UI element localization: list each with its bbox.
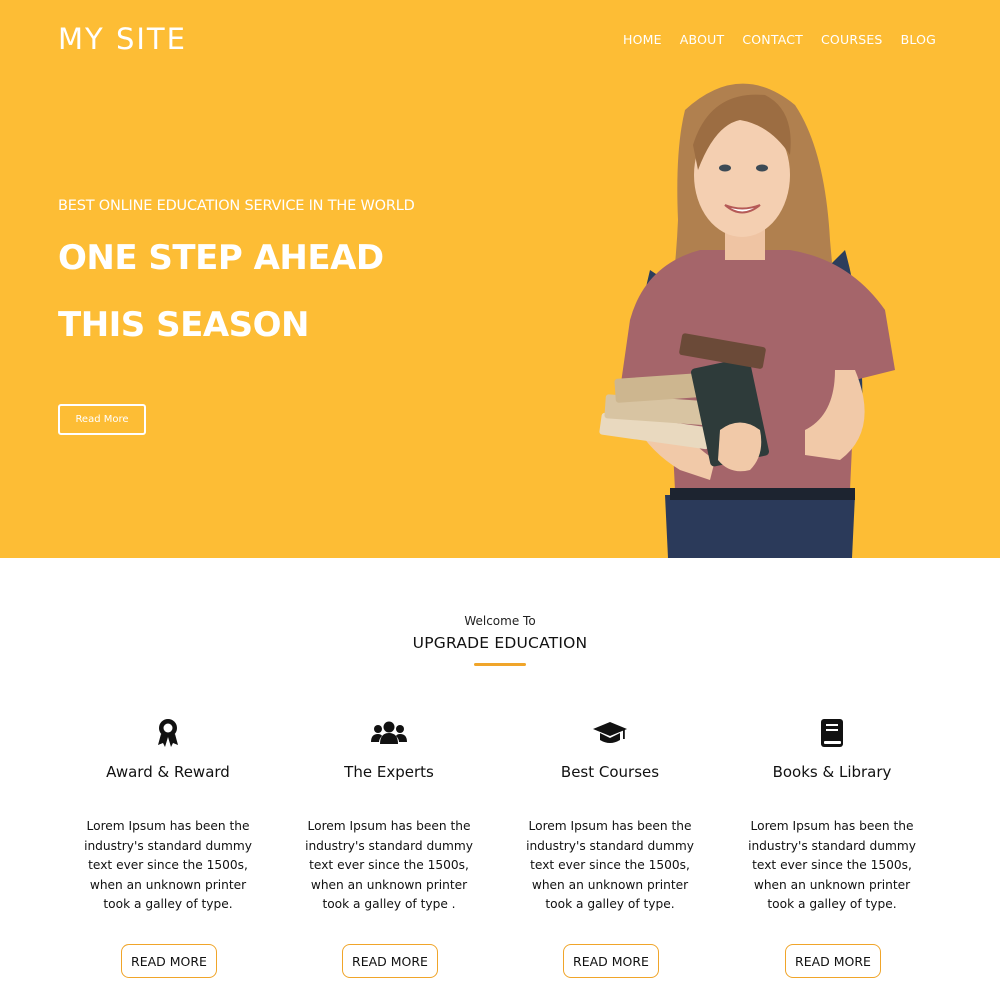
book-icon (732, 715, 932, 751)
feature-title: Best Courses (560, 763, 660, 781)
feature-award: Award & Reward Lorem Ipsum has been the … (68, 715, 268, 978)
nav-about[interactable]: ABOUT (680, 32, 725, 47)
read-more-button[interactable]: READ MORE (121, 944, 217, 978)
feature-experts: The Experts Lorem Ipsum has been the ind… (289, 715, 489, 978)
section-title: UPGRADE EDUCATION (412, 634, 588, 652)
hero-student-image (599, 83, 895, 558)
hero-headline-line2: THIS SEASON (58, 305, 310, 345)
site-logo[interactable]: MY SITE (58, 22, 187, 56)
feature-title: The Experts (344, 763, 434, 781)
hero-read-more-button[interactable]: Read More (58, 404, 146, 435)
users-icon (289, 715, 489, 751)
feature-description: Lorem Ipsum has been the industry's stan… (748, 819, 916, 912)
hero-headline-line1: ONE STEP AHEAD (58, 238, 384, 278)
welcome-text: Welcome To (464, 614, 536, 628)
nav-courses[interactable]: COURSES (821, 32, 883, 47)
read-more-button[interactable]: READ MORE (785, 944, 881, 978)
hero-banner: MY SITE HOME ABOUT CONTACT COURSES BLOG … (0, 0, 1000, 558)
main-nav: HOME ABOUT CONTACT COURSES BLOG (623, 32, 936, 47)
feature-courses: Best Courses Lorem Ipsum has been the in… (510, 715, 710, 978)
read-more-button[interactable]: READ MORE (342, 944, 438, 978)
nav-blog[interactable]: BLOG (901, 32, 936, 47)
read-more-button[interactable]: READ MORE (563, 944, 659, 978)
feature-description: Lorem Ipsum has been the industry's stan… (526, 819, 694, 912)
graduation-cap-icon (510, 715, 710, 751)
feature-title: Books & Library (772, 763, 892, 781)
hero-tagline: BEST ONLINE EDUCATION SERVICE IN THE WOR… (58, 198, 415, 214)
feature-description: Lorem Ipsum has been the industry's stan… (305, 819, 473, 912)
feature-description: Lorem Ipsum has been the industry's stan… (84, 819, 252, 912)
nav-home[interactable]: HOME (623, 32, 662, 47)
award-icon (68, 715, 268, 751)
title-underline (474, 663, 526, 666)
feature-library: Books & Library Lorem Ipsum has been the… (732, 715, 932, 978)
feature-title: Award & Reward (106, 763, 230, 781)
nav-contact[interactable]: CONTACT (742, 32, 803, 47)
